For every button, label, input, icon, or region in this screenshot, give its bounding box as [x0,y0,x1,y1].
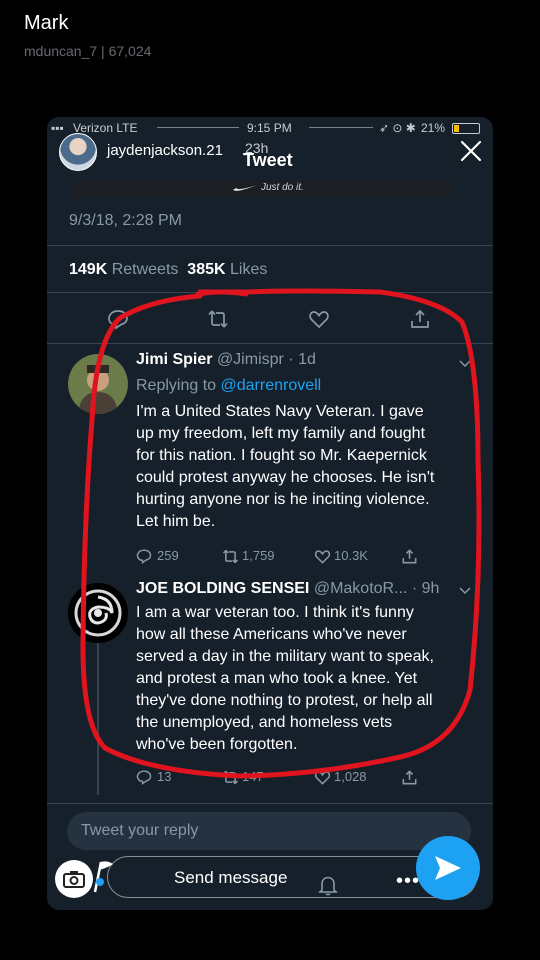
heart-icon[interactable] [308,308,330,330]
reply-line: how all these Americans who've never [136,626,407,643]
story-avatar[interactable] [59,133,97,171]
camera-button[interactable] [55,860,93,898]
reply-author[interactable]: JOE BOLDING SENSEI [136,580,309,597]
reply-icon[interactable] [136,769,152,785]
status-icons: ➶ ⊙ ✱ [379,121,416,135]
reply-line: I'm a United States Navy Veteran. I gave [136,403,424,420]
reply-line: up my freedom, left my family and fought [136,425,426,442]
reply-actions: 13 147 1,028 [136,769,436,789]
chevron-down-icon[interactable] [459,587,471,595]
status-divider [309,127,373,128]
reply-line: Let him be. [136,513,216,530]
sender-meta: mduncan_7 | 67,024 [24,43,152,59]
replying-to-link[interactable]: @darrenrovell [221,377,322,394]
reply-line: served a day in the military want to spe… [136,648,434,665]
avatar-image [68,583,128,643]
reply-count: 13 [157,769,172,784]
story-card: ▪▪▪ Verizon LTE 9:15 PM ➶ ⊙ ✱ 21% jayden… [47,117,493,910]
reply-line: could protest anyway he chooses. He isn'… [136,469,435,486]
status-bar: ▪▪▪ Verizon LTE 9:15 PM ➶ ⊙ ✱ 21% [47,117,493,139]
reply-count: 259 [157,548,179,563]
reply-header: JOE BOLDING SENSEI @MakotoR... · 9h [136,578,439,600]
avatar[interactable] [68,354,128,414]
reply-line: the unemployed, and homeless vets [136,714,393,731]
tweet-header-title: Tweet [243,150,293,170]
reply-line: for this nation. I fought so Mr. Kaepern… [136,447,427,464]
tweet-reply-input[interactable]: Tweet your reply [67,812,471,850]
reply-line: hurting anyone nor is he inciting violen… [136,491,430,508]
reply-placeholder: Tweet your reply [81,822,199,839]
status-time: 9:15 PM [247,121,292,135]
swoosh-icon [233,185,257,191]
reply-icon[interactable] [107,308,129,330]
close-icon[interactable] [459,139,483,163]
status-divider [157,127,239,128]
reply-line: they've done nothing to protest, or help… [136,692,433,709]
heart-icon[interactable] [314,769,331,786]
tweet-date: 9/3/18, 2:28 PM [69,212,182,229]
image-caption: Just do it. [261,182,304,193]
reply-icon[interactable] [136,548,152,564]
battery-icon [452,123,480,134]
share-icon[interactable] [409,308,431,330]
retweet-icon[interactable] [222,548,239,565]
story-username: jaydenjackson.21 [107,142,223,159]
retweet-icon[interactable] [207,308,229,330]
reply-line: and protest a man who took a knee. Yet [136,670,418,687]
divider [47,292,493,293]
bell-icon[interactable] [317,874,339,896]
likes-count[interactable]: 385K [187,261,225,278]
divider [47,343,493,344]
reply-body: I'm a United States Navy Veteran. I gave… [136,401,434,533]
reply-line: who've been forgotten. [136,736,298,753]
send-button[interactable] [416,836,480,900]
send-message-label: Send message [174,868,288,887]
sender-name: Mark [24,12,69,34]
retweet-count: 1,759 [242,548,275,563]
reply-line: I am a war veteran too. I think it's fun… [136,604,414,621]
avatar-image [68,354,128,414]
retweets-label: Retweets [111,261,179,278]
likes-label: Likes [230,261,268,278]
reply-handle[interactable]: @MakotoR... · 9h [314,580,440,597]
send-arrow-icon [435,856,461,880]
reply-header: Jimi Spier @Jimispr · 1d [136,349,316,371]
battery-percent: 21% [421,121,446,135]
signal-icon: ▪▪▪ [51,121,64,135]
avatar[interactable] [68,583,128,643]
stats-row: 149K Retweets 385K Likes [69,261,267,279]
heart-icon[interactable] [314,548,331,565]
chevron-down-icon[interactable] [459,360,471,368]
share-icon[interactable] [401,769,418,786]
divider [47,245,493,246]
divider [47,803,493,804]
retweet-count: 147 [242,769,264,784]
reply-actions: 259 1,759 10.3K [136,548,436,568]
reply-author[interactable]: Jimi Spier [136,351,212,368]
share-icon[interactable] [401,548,418,565]
like-count: 10.3K [334,548,368,563]
retweets-count[interactable]: 149K [69,261,107,278]
reply-handle[interactable]: @Jimispr · 1d [217,351,316,368]
retweet-icon[interactable] [222,769,239,786]
flag-icon[interactable] [91,858,117,894]
camera-icon [63,871,85,888]
replying-to: Replying to @darrenrovell [136,377,322,394]
like-count: 1,028 [334,769,367,784]
reply-body: I am a war veteran too. I think it's fun… [136,602,434,756]
